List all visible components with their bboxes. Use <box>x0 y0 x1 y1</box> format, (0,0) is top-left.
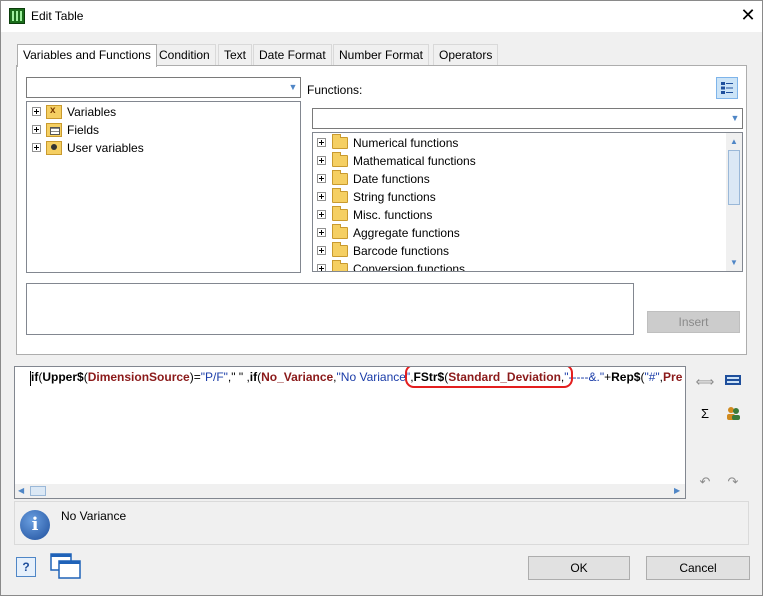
expand-icon[interactable] <box>32 143 41 152</box>
functions-filter-combo[interactable]: ▼ <box>312 108 743 129</box>
function-category-label: Mathematical functions <box>353 154 476 168</box>
info-panel: i No Variance <box>14 501 749 545</box>
scroll-thumb[interactable] <box>728 150 740 205</box>
ok-button[interactable]: OK <box>528 556 630 580</box>
function-category-label: Conversion functions <box>353 262 466 272</box>
field-box-icon[interactable] <box>723 373 743 391</box>
folder-icon <box>332 188 348 203</box>
expression-text[interactable]: if(Upper$(DimensionSource)="P/F"," " ,if… <box>31 370 682 384</box>
window-title: Edit Table <box>31 9 84 23</box>
functions-label: Functions: <box>307 83 363 97</box>
expand-icon[interactable] <box>317 264 326 271</box>
user-variables-icon[interactable] <box>723 405 743 423</box>
tree-item-label: Fields <box>67 123 100 137</box>
folder-icon <box>332 152 348 167</box>
variables-folder-icon <box>46 105 62 119</box>
expand-icon[interactable] <box>32 107 41 116</box>
expand-icon[interactable] <box>32 125 41 134</box>
window-layout-button[interactable] <box>50 552 82 580</box>
cancel-button[interactable]: Cancel <box>646 556 750 580</box>
chevron-down-icon[interactable]: ▼ <box>288 82 298 92</box>
expression-token: Pre <box>663 370 683 384</box>
folder-icon <box>332 206 348 221</box>
expression-token: DimensionSource <box>87 370 190 384</box>
tab-number-format[interactable]: Number Format <box>333 44 430 66</box>
view-toggle-button[interactable] <box>716 77 738 99</box>
scroll-up-icon[interactable]: ▲ <box>726 133 742 150</box>
edit-table-dialog: Edit Table ✕ Variables and Functions Con… <box>0 0 763 596</box>
tab-date-format[interactable]: Date Format <box>253 44 332 66</box>
function-category-label: Aggregate functions <box>353 226 460 240</box>
list-view-icon <box>721 82 733 94</box>
expression-token: No_Variance <box>261 370 334 384</box>
folder-icon <box>332 224 348 239</box>
redo-icon[interactable]: ↷ <box>723 473 743 491</box>
expand-icon[interactable] <box>317 138 326 147</box>
function-description-box <box>26 283 634 335</box>
expand-icon[interactable] <box>317 192 326 201</box>
wrap-icon[interactable]: ⟺ <box>695 373 715 391</box>
table-app-icon <box>9 8 25 24</box>
expression-token: "P/F" <box>200 370 228 384</box>
close-icon[interactable]: ✕ <box>739 6 757 24</box>
highlight-ring <box>405 367 573 388</box>
chevron-down-icon[interactable]: ▼ <box>730 113 740 123</box>
tree-item-label: User variables <box>67 141 144 155</box>
folder-icon <box>332 134 348 149</box>
folder-icon <box>332 242 348 257</box>
title-bar: Edit Table ✕ <box>1 1 762 32</box>
tab-panel: ▼ Variables Fields User variables Functi… <box>16 65 747 355</box>
tab-variables-and-functions[interactable]: Variables and Functions <box>17 44 157 67</box>
expression-token: ," " , <box>227 370 250 384</box>
expand-icon[interactable] <box>317 228 326 237</box>
scroll-left-icon[interactable]: ◀ <box>18 486 24 495</box>
folder-icon <box>332 260 348 271</box>
expand-icon[interactable] <box>317 174 326 183</box>
function-category-label: Misc. functions <box>353 208 433 222</box>
expand-icon[interactable] <box>317 246 326 255</box>
expand-icon[interactable] <box>317 210 326 219</box>
expression-token: Rep$ <box>611 370 641 384</box>
folder-icon <box>332 170 348 185</box>
expression-token: )= <box>189 370 201 384</box>
expression-token: "No Variance" <box>336 370 411 384</box>
insert-button[interactable]: Insert <box>647 311 740 333</box>
info-text: No Variance <box>61 509 127 523</box>
windows-icon <box>50 553 81 579</box>
function-category-label: Numerical functions <box>353 136 459 150</box>
functions-scrollbar[interactable]: ▲ ▼ <box>726 133 742 271</box>
tab-text[interactable]: Text <box>218 44 253 66</box>
sum-icon[interactable]: Σ <box>695 405 715 423</box>
expression-token: Upper$ <box>42 370 84 384</box>
function-category-label: String functions <box>353 190 436 204</box>
variables-filter-combo[interactable]: ▼ <box>26 77 301 98</box>
variables-tree[interactable]: Variables Fields User variables <box>26 101 301 273</box>
user-variables-folder-icon <box>46 141 62 155</box>
expression-token: "#" <box>644 370 660 384</box>
scroll-down-icon[interactable]: ▼ <box>726 254 742 271</box>
expression-editor[interactable]: if(Upper$(DimensionSource)="P/F"," " ,if… <box>14 366 686 499</box>
expand-icon[interactable] <box>317 156 326 165</box>
info-icon: i <box>20 510 50 540</box>
function-category-label: Barcode functions <box>353 244 450 258</box>
help-button[interactable]: ? <box>16 557 36 577</box>
tree-item-label: Variables <box>67 105 117 119</box>
editor-hscrollbar[interactable]: ◀ ▶ <box>15 484 685 498</box>
fields-folder-icon <box>46 123 62 137</box>
tab-condition[interactable]: Condition <box>153 44 216 66</box>
text-cursor <box>30 371 31 386</box>
function-category-label: Date functions <box>353 172 430 186</box>
scroll-right-icon[interactable]: ▶ <box>674 486 680 495</box>
undo-icon[interactable]: ↶ <box>695 473 715 491</box>
scroll-thumb[interactable] <box>30 486 46 496</box>
tab-operators[interactable]: Operators <box>433 44 499 66</box>
functions-tree[interactable]: Numerical functions Mathematical function… <box>312 132 743 272</box>
